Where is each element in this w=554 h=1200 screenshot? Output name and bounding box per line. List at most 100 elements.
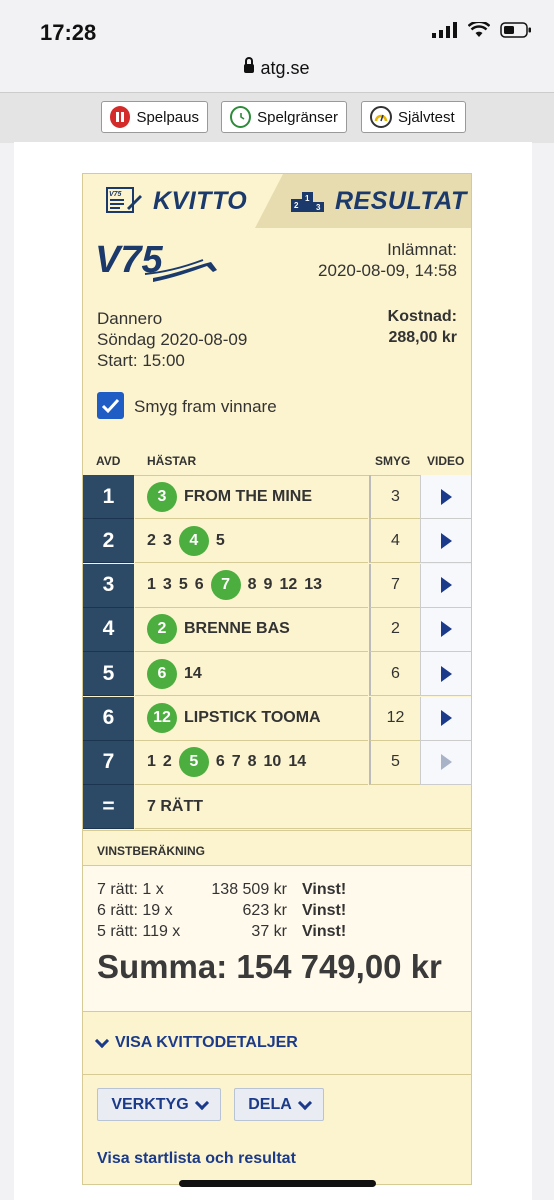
race-date: Söndag 2020-08-09 <box>97 330 248 349</box>
horse-number: 12 <box>279 576 298 594</box>
avd-number: 6 <box>83 696 134 741</box>
smyg-value: 4 <box>369 519 420 564</box>
cost-label: Kostnad: <box>387 308 457 325</box>
horse-number: 3 <box>162 576 172 594</box>
receipt-card: V75 KVITTO 1 2 3 RESULTAT V75 Inlämnat: … <box>82 173 472 1185</box>
share-dropdown[interactable]: DELA <box>234 1088 324 1121</box>
smyg-value: 12 <box>369 696 420 741</box>
video-button[interactable] <box>420 696 471 741</box>
winnings-line: 6 rätt: 19 x 623 kr Vinst! <box>97 902 347 919</box>
svg-text:V75: V75 <box>95 239 163 281</box>
sjalvtest-button[interactable]: Självtest <box>361 101 466 133</box>
table-row: 3 1 3 5 6 7 8 9 12 13 7 <box>83 563 471 608</box>
track-name: Dannero <box>97 309 163 328</box>
total-winnings: Summa: 154 749,00 kr <box>97 948 442 985</box>
race-info: Dannero Söndag 2020-08-09 Start: 15:00 <box>97 308 247 371</box>
signal-icon <box>432 22 457 38</box>
tab-kvitto[interactable]: V75 KVITTO <box>83 174 283 228</box>
avd-number: 7 <box>83 740 134 785</box>
checkmark-icon <box>101 398 120 414</box>
video-button[interactable] <box>420 519 471 564</box>
horse-picks: 2 BRENNE BAS <box>135 608 368 652</box>
horse-number: 14 <box>184 664 202 682</box>
play-icon <box>440 621 452 638</box>
clock: 17:28 <box>40 20 97 45</box>
status-bar: 17:28 atg.se <box>0 0 554 92</box>
show-receipt-details-link[interactable]: VISA KVITTODETALJER <box>94 1033 298 1052</box>
horse-picks: 12 LIPSTICK TOOMA <box>135 697 368 741</box>
smyg-value: 3 <box>369 475 420 519</box>
avd-number: 1 <box>83 475 134 519</box>
podium-icon: 1 2 3 <box>291 192 324 212</box>
startlist-link[interactable]: Visa startlista och resultat <box>97 1150 296 1168</box>
url-text: atg.se <box>260 58 310 78</box>
gauge-icon <box>370 106 392 128</box>
table-row: 1 3 FROM THE MINE 3 <box>83 475 471 519</box>
play-icon <box>440 532 452 549</box>
winner-badge: 6 <box>147 658 177 689</box>
smyg-value: 2 <box>369 607 420 652</box>
horse-number: 6 <box>215 753 225 771</box>
video-button[interactable] <box>420 607 471 652</box>
table-row: 5 6 14 6 <box>83 652 471 697</box>
chevron-down-icon <box>297 1095 312 1110</box>
table-row: 6 12 LIPSTICK TOOMA 12 <box>83 696 471 741</box>
winnings-header: VINSTBERÄKNING <box>83 830 471 866</box>
winner-badge: 5 <box>178 747 209 778</box>
pause-icon <box>110 106 131 128</box>
video-button[interactable] <box>420 740 471 785</box>
play-icon <box>440 665 452 682</box>
horse-number: 5 <box>178 576 188 594</box>
smyg-checkbox-label[interactable]: Smyg fram vinnare <box>134 397 277 417</box>
avd-number: 3 <box>83 563 134 608</box>
home-indicator <box>179 1180 376 1187</box>
video-button[interactable] <box>420 652 471 697</box>
avd-number: 4 <box>83 607 134 652</box>
horse-number: 7 <box>231 753 241 771</box>
col-avd: AVD <box>96 454 121 468</box>
cost-value: 288,00 kr <box>388 329 457 346</box>
horse-number: 2 <box>147 531 156 549</box>
address-bar[interactable]: atg.se <box>0 57 554 79</box>
video-button[interactable] <box>420 563 471 608</box>
smyg-checkbox[interactable] <box>97 392 124 419</box>
video-button[interactable] <box>420 475 471 519</box>
correct-count: 7 RÄTT <box>135 785 471 830</box>
start-time: Start: 15:00 <box>97 351 185 370</box>
tools-dropdown[interactable]: VERKTYG <box>97 1088 221 1121</box>
spelgranser-button[interactable]: Spelgränser <box>221 101 347 133</box>
horse-number: 13 <box>304 576 323 594</box>
horse-number: 8 <box>247 576 257 594</box>
horse-number: 5 <box>215 531 225 549</box>
v75-logo: V75 <box>95 239 217 282</box>
svg-text:2: 2 <box>294 201 299 210</box>
winnings-box: 7 rätt: 1 x 138 509 kr Vinst! 6 rätt: 19… <box>83 866 471 1012</box>
horse-name: LIPSTICK TOOMA <box>184 709 321 726</box>
winnings-line: 5 rätt: 119 x 37 kr Vinst! <box>97 923 347 940</box>
play-icon <box>440 710 452 726</box>
chevron-down-icon <box>194 1095 209 1110</box>
play-icon <box>440 488 452 505</box>
horse-number: 6 <box>194 576 204 594</box>
horse-number: 3 <box>162 531 172 549</box>
horse-number: 9 <box>263 576 273 594</box>
smyg-value: 5 <box>369 740 420 785</box>
play-icon <box>440 577 452 594</box>
tab-resultat[interactable]: 1 2 3 RESULTAT <box>255 174 471 228</box>
winnings-line: 7 rätt: 1 x 138 509 kr Vinst! <box>97 881 347 898</box>
winner-badge: 12 <box>147 703 177 733</box>
svg-text:3: 3 <box>316 203 321 212</box>
wifi-icon <box>468 22 490 37</box>
winner-badge: 7 <box>210 570 241 601</box>
horse-number: 8 <box>247 753 257 771</box>
horse-name: FROM THE MINE <box>184 487 312 505</box>
submitted-value: 2020-08-09, 14:58 <box>318 261 457 280</box>
smyg-value: 7 <box>369 563 420 608</box>
horse-picks: 1 3 5 6 7 8 9 12 13 <box>135 564 368 608</box>
horse-number: 2 <box>162 753 172 771</box>
horse-number: 10 <box>263 753 282 771</box>
spelpaus-button[interactable]: Spelpaus <box>101 101 208 133</box>
receipt-icon: V75 <box>106 187 142 213</box>
horse-picks: 1 2 5 6 7 8 10 14 <box>135 741 368 785</box>
col-video: VIDEO <box>427 454 465 468</box>
